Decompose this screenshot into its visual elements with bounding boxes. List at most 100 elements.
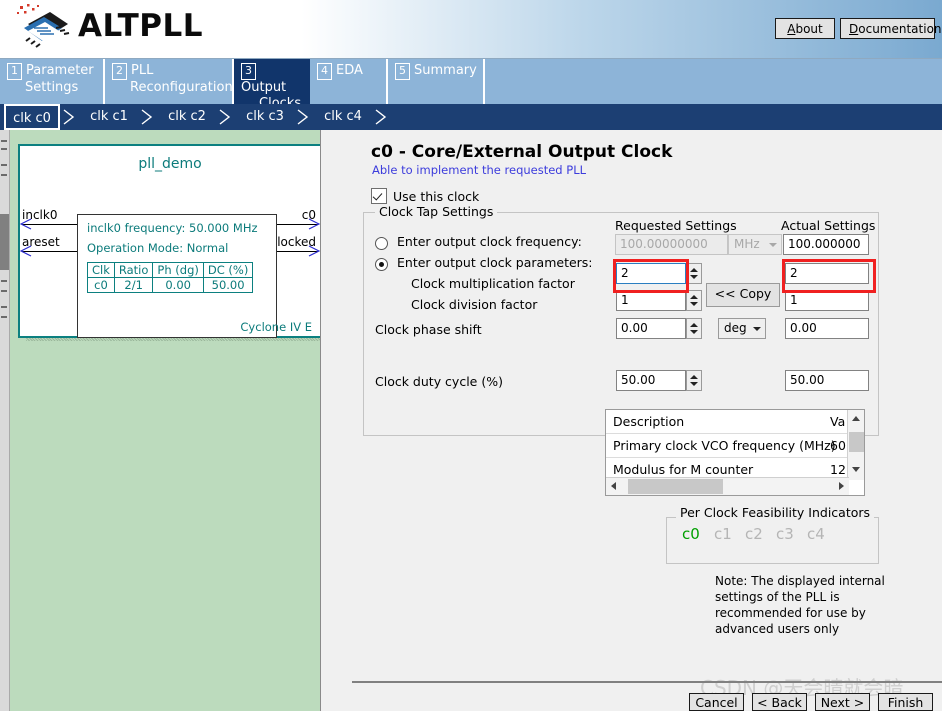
col-value: Va [830,414,846,429]
table-vertical-scrollbar[interactable] [847,410,864,480]
clock-division-spinner[interactable] [686,290,702,311]
use-this-clock-checkbox[interactable]: Use this clock [371,188,479,204]
crumb-clk-c4[interactable]: clk c4 [314,104,372,130]
chevron-right-icon [141,109,153,125]
col-phase: Ph (dg) [152,262,204,278]
phase-unit-value: deg [724,321,747,335]
table-header-row: Description Va [606,410,849,434]
arrow-out-locked-icon [308,245,320,257]
output-frequency-input[interactable]: 100.00000000 [615,234,728,255]
crumb-clk-c3[interactable]: clk c3 [236,104,294,130]
radio-frequency-label: Enter output clock frequency: [397,234,582,249]
tab-bar-filler [485,59,942,104]
tab-output-clocks[interactable]: 3Output Clocks [234,59,310,111]
device-family-label: Cyclone IV E [240,320,312,334]
cancel-button[interactable]: Cancel [689,693,744,711]
requested-settings-header: Requested Settings [615,218,737,233]
clock-tap-settings-label: Clock Tap Settings [375,204,498,219]
scrollbar-thumb[interactable] [849,432,864,452]
highlight-multiplication-actual [782,259,876,293]
tab-number: 5 [395,63,410,80]
next-button[interactable]: Next > [815,693,870,711]
tab-label: Parameter [26,63,94,78]
feasibility-c4: c4 [807,525,825,543]
tab-summary[interactable]: 5 Summary [388,59,485,104]
finish-button[interactable]: Finish [878,693,933,711]
clock-page-title: c0 - Core/External Output Clock [371,142,673,162]
crumb-clk-c2[interactable]: clk c2 [158,104,216,130]
chevron-down-icon [769,243,777,247]
cell-clk: c0 [87,277,115,293]
cell-phase: 0.00 [152,277,204,293]
cell-ratio: 2/1 [113,277,154,293]
tab-number: 4 [317,63,332,80]
highlight-multiplication-requested [613,259,689,293]
col-dutycycle: DC (%) [202,262,254,278]
use-this-clock-label: Use this clock [393,189,480,204]
diagram-vertical-scrollbar[interactable] [0,130,10,711]
tab-number: 1 [7,63,22,80]
inclk0-frequency-text: inclk0 frequency: 50.000 MHz [87,221,258,235]
checkbox-checked-icon [371,188,387,204]
scrollbar-thumb[interactable] [628,479,723,494]
row-value: 60 [830,438,846,453]
radio-enter-output-clock-parameters[interactable] [375,258,388,271]
tab-label-line2: Reconfiguration [130,80,233,95]
feasibility-c3: c3 [776,525,794,543]
clock-phase-shift-input[interactable]: 0.00 [616,318,686,339]
scrollbar-thumb[interactable] [0,214,9,270]
clock-phase-shift-label: Clock phase shift [375,322,482,337]
clock-duty-cycle-input[interactable]: 50.00 [616,370,686,391]
tab-label: Summary [414,63,477,78]
chevron-right-icon [219,109,231,125]
scroll-down-icon[interactable] [852,467,860,472]
about-button[interactable]: About [775,18,835,39]
clock-duty-cycle-actual: 50.00 [785,370,869,391]
scroll-up-icon[interactable] [852,416,860,421]
col-clk: Clk [87,262,115,278]
tab-pll-reconfiguration[interactable]: 2 PLL Reconfiguration [105,59,234,104]
table-horizontal-scrollbar[interactable] [606,477,849,495]
crumb-clk-c0[interactable]: clk c0 [4,104,60,130]
tab-number: 2 [112,63,127,80]
clock-division-input[interactable]: 1 [616,290,686,311]
crumb-clk-c1[interactable]: clk c1 [80,104,138,130]
tab-parameter-settings[interactable]: 1 Parameter Settings [0,59,105,104]
scroll-right-icon[interactable] [839,482,844,490]
altera-chip-logo-icon [14,4,76,54]
clock-division-actual: 1 [785,290,869,311]
row-description: Primary clock VCO frequency (MHz) [613,438,836,453]
tab-label: EDA [336,63,363,78]
frequency-unit-select[interactable]: MHz [728,234,782,255]
phase-unit-select[interactable]: deg [718,318,766,339]
advanced-users-note: Note: The displayed internal settings of… [715,574,885,636]
clock-duty-cycle-spinner[interactable] [686,370,702,391]
tab-number: 3 [241,63,256,80]
pll-block-symbol: pll_demo inclk0 areset c0 locked inclk0 … [18,144,320,338]
radio-enter-output-clock-frequency[interactable] [375,237,388,250]
documentation-button[interactable]: Documentation [840,18,942,39]
table-row[interactable]: Primary clock VCO frequency (MHz) 60 [606,434,849,458]
frequency-unit-value: MHz [734,237,760,251]
app-header: ALTPLL About Documentation [0,0,942,59]
clock-phase-shift-spinner[interactable] [686,318,702,339]
copy-button[interactable]: << Copy [706,283,780,307]
tab-label: Output [241,80,287,95]
footer-divider [352,681,942,683]
back-button[interactable]: < Back [752,693,807,711]
pll-block-diagram-pane: pll_demo inclk0 areset c0 locked inclk0 … [0,130,321,711]
arrow-in-areset-icon [20,245,32,257]
scroll-left-icon[interactable] [611,482,616,490]
feasibility-indicators-label: Per Clock Feasibility Indicators [676,505,875,520]
clock-duty-cycle-label: Clock duty cycle (%) [375,374,503,389]
tab-eda[interactable]: 4 EDA [310,59,388,104]
col-description: Description [613,414,685,429]
operation-mode-text: Operation Mode: Normal [87,241,229,255]
wizard-tab-bar: 1 Parameter Settings 2 PLL Reconfiguration… [0,59,942,111]
clock-multiplication-label: Clock multiplication factor [411,276,575,291]
radio-parameters-label: Enter output clock parameters: [397,255,593,270]
clock-division-label: Clock division factor [411,297,538,312]
feasibility-c2: c2 [745,525,763,543]
internal-settings-table: Description Va Primary clock VCO frequen… [605,409,865,496]
page-title: ALTPLL [78,8,203,44]
